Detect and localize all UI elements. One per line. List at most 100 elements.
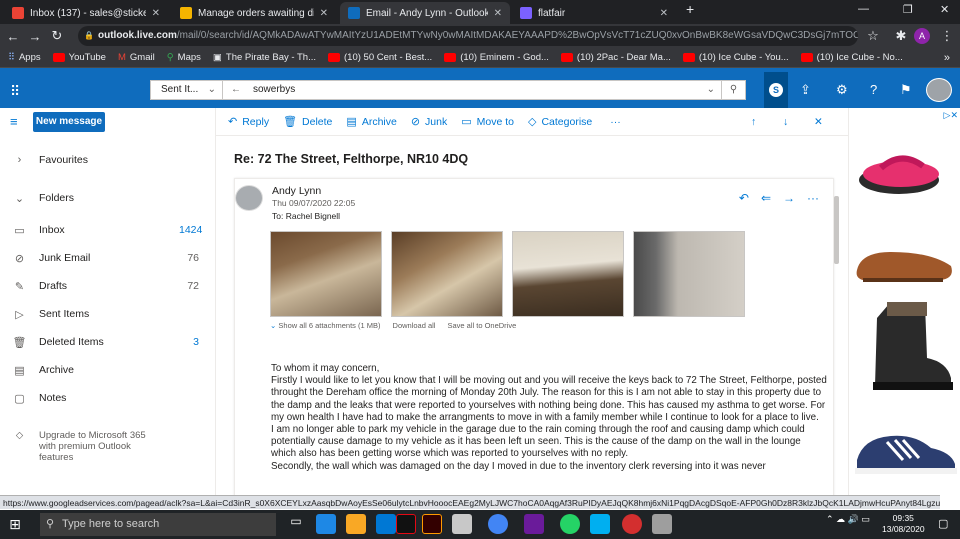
arrow-up-icon[interactable]: ↑ [751, 116, 756, 128]
command-move-to[interactable]: ▭ Move to [461, 115, 514, 129]
command-archive[interactable]: ▤ Archive [346, 115, 396, 129]
bookmark-youtube-video[interactable]: (10) Ice Cube - You... [682, 52, 789, 63]
bookmark-piratebay[interactable]: ▣ The Pirate Bay - Th... [213, 52, 316, 63]
scrollbar-thumb[interactable] [834, 196, 839, 264]
arrow-down-icon[interactable]: ↓ [783, 116, 788, 128]
more-bookmarks-icon[interactable]: » [944, 52, 950, 64]
forward-icon[interactable]: → [24, 29, 46, 44]
show-all-attachments[interactable]: ⌄ Show all 6 attachments (1 MB) [270, 321, 381, 330]
folder-item[interactable]: ▢ Notes [0, 388, 216, 408]
reload-icon[interactable]: ↻ [46, 28, 68, 44]
search-scope-dropdown[interactable]: Sent It... ⌄ [150, 80, 222, 100]
skype-button[interactable]: S [764, 72, 788, 108]
illustrator-icon[interactable] [422, 514, 442, 534]
reading-scrollbar[interactable] [833, 190, 841, 495]
folder-item[interactable]: ▷ Sent Items [0, 304, 216, 324]
edge-icon[interactable] [316, 514, 336, 534]
attachment-thumbnail[interactable] [270, 231, 382, 317]
reply-all-icon[interactable]: ⇐ [761, 191, 771, 205]
extensions-icon[interactable]: ✱ [890, 28, 912, 44]
folder-item[interactable]: ⊘ Junk Email 76 [0, 248, 216, 268]
command-junk[interactable]: ⊘ Junk [411, 115, 447, 129]
netflix-icon[interactable] [396, 514, 416, 534]
search-box[interactable]: ← sowerbys ⌄ ⚲ [222, 80, 746, 100]
reply-icon[interactable]: ↶ [739, 191, 749, 205]
bookmark-youtube-video[interactable]: (10) 50 Cent - Best... [328, 52, 432, 63]
bookmark-maps[interactable]: ⚲ Maps [167, 52, 201, 63]
system-tray-icons[interactable]: ⌃ ☁ 🔊 ▭ [826, 514, 870, 525]
browser-tab[interactable]: Manage orders awaiting dispatch ✕ [172, 2, 336, 24]
close-tab-icon[interactable]: ✕ [320, 8, 328, 19]
folder-item[interactable]: ▭ Inbox 1424 [0, 220, 216, 240]
command-delete[interactable]: 🗑 Delete [283, 115, 332, 129]
browser-tab[interactable]: Inbox (137) - sales@stickerpro.in ✕ [4, 2, 168, 24]
attachment-thumbnail[interactable] [391, 231, 503, 317]
ad-product[interactable] [851, 408, 959, 498]
taskbar-search[interactable]: ⚲ Type here to search [40, 513, 276, 536]
file-explorer-icon[interactable] [346, 514, 366, 534]
teams-icon[interactable]: ⇪ [800, 82, 811, 98]
megaphone-icon[interactable]: ⚑ [900, 82, 912, 98]
skype-icon[interactable] [590, 514, 610, 534]
search-input[interactable]: sowerbys [253, 81, 295, 99]
attachment-thumbnail[interactable] [633, 231, 745, 317]
store-icon[interactable] [376, 514, 396, 534]
back-arrow-icon[interactable]: ← [231, 81, 241, 99]
app-icon[interactable] [524, 514, 544, 534]
ad-product[interactable] [851, 298, 959, 394]
task-view-icon[interactable]: ▭ [286, 514, 306, 534]
profile-avatar[interactable]: A [914, 28, 930, 44]
folder-item[interactable]: ✎ Drafts 72 [0, 276, 216, 296]
bookmark-youtube-video[interactable]: (10) 2Pac - Dear Ma... [560, 52, 671, 63]
app-icon[interactable] [452, 514, 472, 534]
recipient-name[interactable]: Rachel Bignell [286, 211, 340, 221]
notifications-icon[interactable]: ▢ [938, 517, 948, 530]
folders-header[interactable]: ⌄ Folders [0, 188, 216, 208]
settings-gear-icon[interactable]: ⚙ [836, 82, 848, 98]
download-all-link[interactable]: Download all [393, 321, 436, 330]
hamburger-icon[interactable]: ≡ [10, 114, 18, 129]
star-icon[interactable]: ☆ [862, 28, 884, 44]
upgrade-banner[interactable]: ◇ Upgrade to Microsoft 365 with premium O… [0, 430, 216, 463]
app-icon[interactable] [652, 514, 672, 534]
chrome-icon[interactable] [488, 514, 508, 534]
app-launcher-icon[interactable]: ⠿ [10, 83, 20, 100]
search-icon[interactable]: ⚲ [721, 80, 745, 100]
browser-tab-active[interactable]: Email - Andy Lynn - Outlook ✕ [340, 2, 510, 24]
minimize-icon[interactable]: — [858, 3, 869, 15]
app-icon[interactable] [622, 514, 642, 534]
attachment-thumbnail[interactable] [512, 231, 624, 317]
command-categorise[interactable]: ◇ Categorise [528, 115, 592, 129]
close-tab-icon[interactable]: ✕ [152, 8, 160, 19]
folder-item[interactable]: 🗑 Deleted Items 3 [0, 332, 216, 352]
forward-icon[interactable]: → [783, 191, 795, 205]
more-icon[interactable]: ··· [807, 191, 819, 205]
whatsapp-icon[interactable] [560, 514, 580, 534]
menu-icon[interactable]: ⋮ [936, 28, 958, 44]
ad-choices-icon[interactable]: ▷✕ [944, 110, 958, 121]
ad-product[interactable] [851, 128, 959, 218]
bookmark-apps[interactable]: ⠿ Apps [8, 52, 41, 63]
help-icon[interactable]: ? [870, 82, 877, 97]
close-icon[interactable]: ✕ [814, 116, 823, 128]
more-options-icon[interactable]: ··· [610, 116, 621, 128]
command-reply[interactable]: ↶ Reply [228, 115, 269, 129]
chevron-down-icon[interactable]: ⌄ [707, 81, 715, 99]
url-field[interactable]: 🔒 outlook.live.com/mail/0/search/id/AQMk… [78, 26, 858, 46]
account-avatar[interactable] [926, 78, 952, 102]
bookmark-youtube-video[interactable]: (10) Ice Cube - No... [800, 52, 903, 63]
browser-tab[interactable]: flatfair ✕ [512, 2, 676, 24]
taskbar-clock[interactable]: 09:35 13/08/2020 [882, 513, 925, 535]
bookmark-gmail[interactable]: M Gmail [118, 52, 155, 63]
windows-start-icon[interactable]: ⊞ [0, 516, 30, 533]
new-message-button[interactable]: New message [33, 112, 105, 132]
close-window-icon[interactable]: ✕ [940, 3, 949, 16]
bookmark-youtube[interactable]: YouTube [52, 52, 106, 63]
folder-item[interactable]: ▤ Archive [0, 360, 216, 380]
back-icon[interactable]: ← [2, 29, 24, 44]
favourites-header[interactable]: › Favourites [0, 150, 216, 170]
bookmark-youtube-video[interactable]: (10) Eminem - God... [444, 52, 549, 63]
restore-icon[interactable]: ❐ [903, 3, 913, 16]
close-tab-icon[interactable]: ✕ [494, 8, 502, 19]
save-onedrive-link[interactable]: Save all to OneDrive [447, 321, 516, 330]
